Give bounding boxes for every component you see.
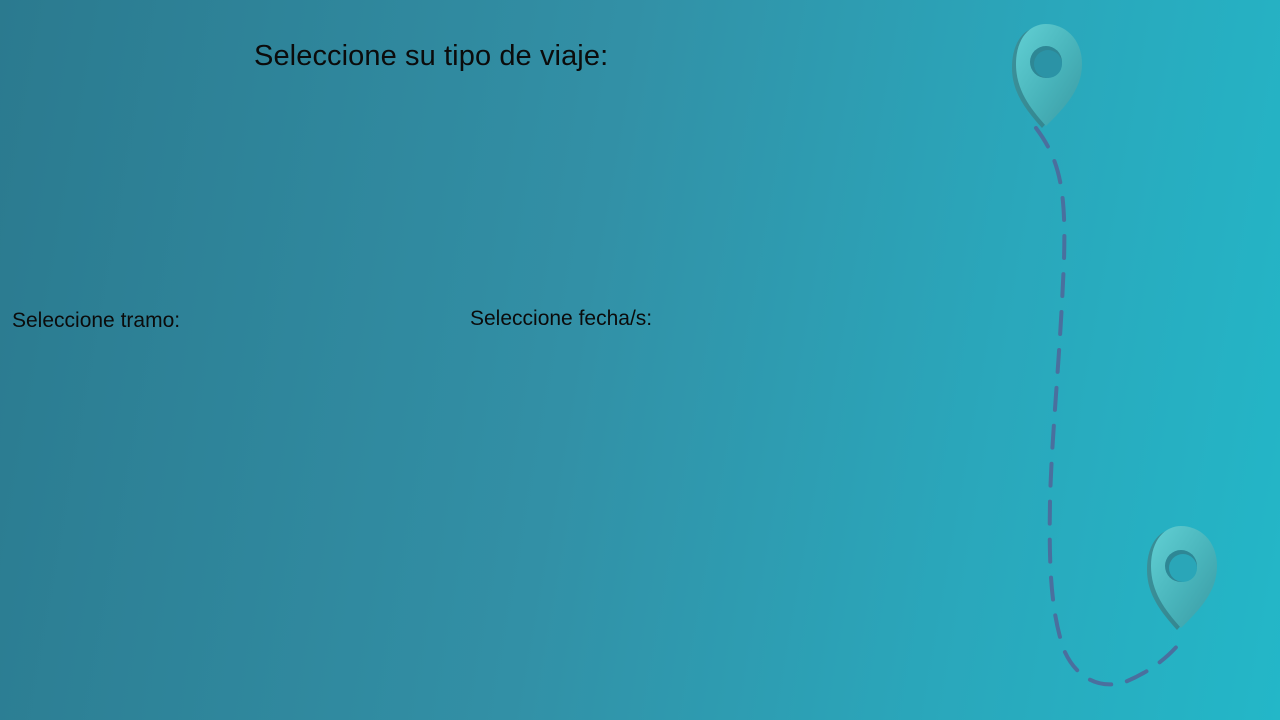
trip-selection-screen: Seleccione su tipo de viaje: Seleccione … — [0, 0, 1280, 720]
trip-type-heading: Seleccione su tipo de viaje: — [254, 40, 609, 72]
map-pin-icon — [1147, 526, 1217, 630]
segment-label: Seleccione tramo: — [12, 309, 181, 332]
date-label: Seleccione fecha/s: — [470, 307, 653, 330]
map-pin-icon — [1012, 24, 1082, 128]
dashed-route-path — [1034, 126, 1187, 687]
route-illustration — [1012, 24, 1217, 687]
